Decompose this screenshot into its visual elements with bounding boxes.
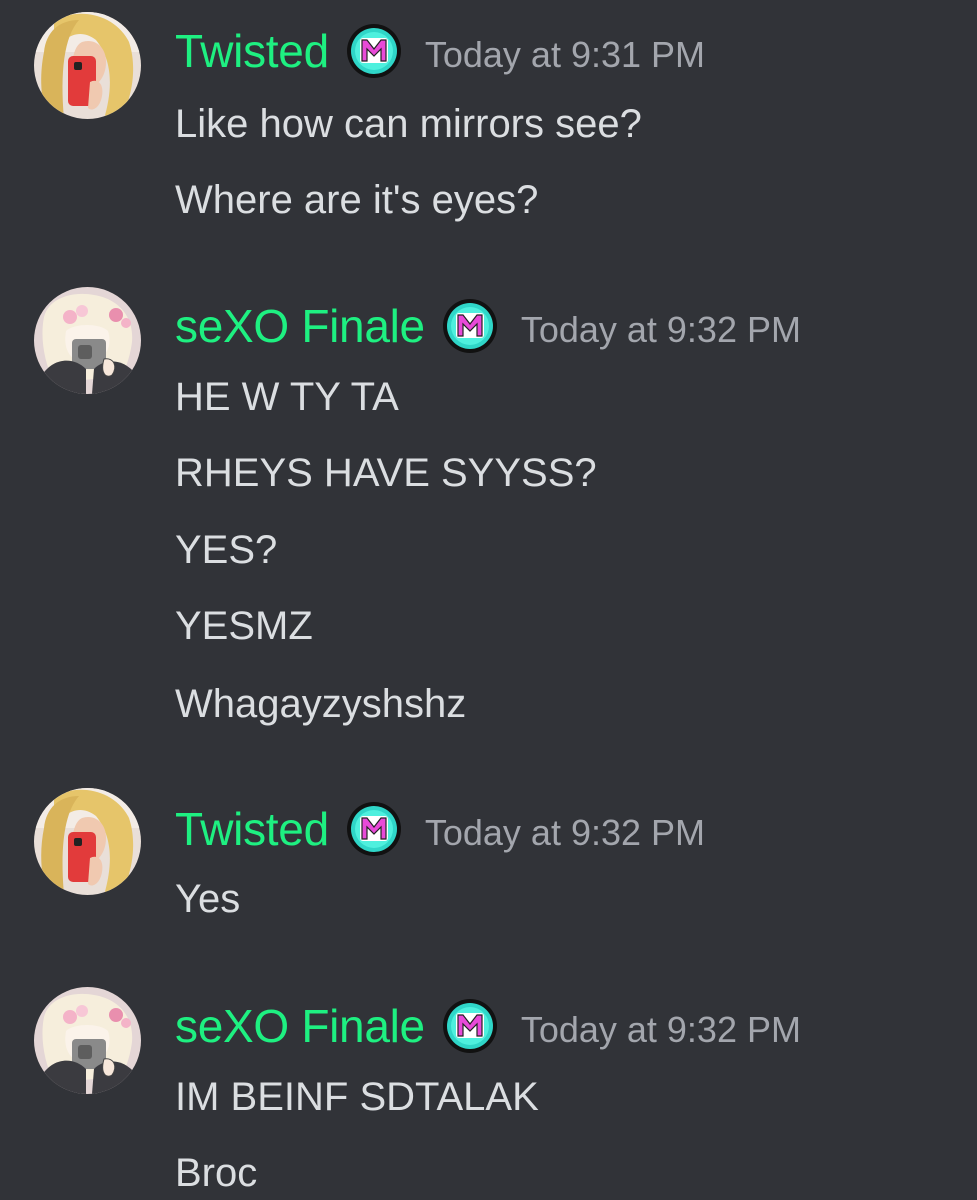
message-line: IM BEINF SDTALAK — [175, 1075, 539, 1119]
message-line: YES? — [175, 528, 278, 572]
timestamp: Today at 9:32 PM — [520, 309, 801, 350]
username[interactable]: seXO Finale — [175, 299, 425, 353]
username[interactable]: Twisted — [175, 24, 329, 78]
message-line: YESMZ — [175, 604, 313, 648]
username[interactable]: Twisted — [175, 802, 329, 856]
avatar[interactable] — [34, 12, 141, 119]
message-header: seXO Finale Today at 9:32 PM — [175, 996, 801, 1056]
message-header: Twisted Today at 9:32 PM — [175, 799, 705, 859]
message-line: Yes — [175, 877, 241, 921]
username[interactable]: seXO Finale — [175, 999, 425, 1053]
timestamp: Today at 9:32 PM — [424, 812, 706, 853]
message-line: Where are it's eyes? — [175, 178, 539, 222]
message-line: Whagayzyshshz — [175, 682, 467, 726]
blonde-mirror-selfie-avatar — [34, 12, 141, 119]
avatar[interactable] — [34, 287, 141, 394]
message-header: seXO Finale Today at 9:32 PM — [175, 296, 801, 356]
message-line: Broc — [175, 1151, 258, 1195]
m-badge-icon[interactable] — [441, 297, 499, 355]
timestamp: Today at 9:31 PM — [424, 34, 706, 75]
avatar[interactable] — [34, 788, 141, 895]
cartoon-girl-phone-avatar — [34, 987, 141, 1094]
message-line: RHEYS HAVE SYYSS? — [175, 451, 597, 495]
cartoon-girl-phone-avatar — [34, 287, 141, 394]
m-badge-icon[interactable] — [441, 997, 499, 1055]
avatar[interactable] — [34, 987, 141, 1094]
m-badge-icon[interactable] — [345, 22, 403, 80]
blonde-mirror-selfie-avatar — [34, 788, 141, 895]
m-badge-icon[interactable] — [345, 800, 403, 858]
message-line: Like how can mirrors see? — [175, 102, 642, 146]
message-header: Twisted Today at 9:31 PM — [175, 21, 705, 81]
timestamp: Today at 9:32 PM — [520, 1009, 801, 1050]
message-line: HE W TY TA — [175, 375, 399, 419]
